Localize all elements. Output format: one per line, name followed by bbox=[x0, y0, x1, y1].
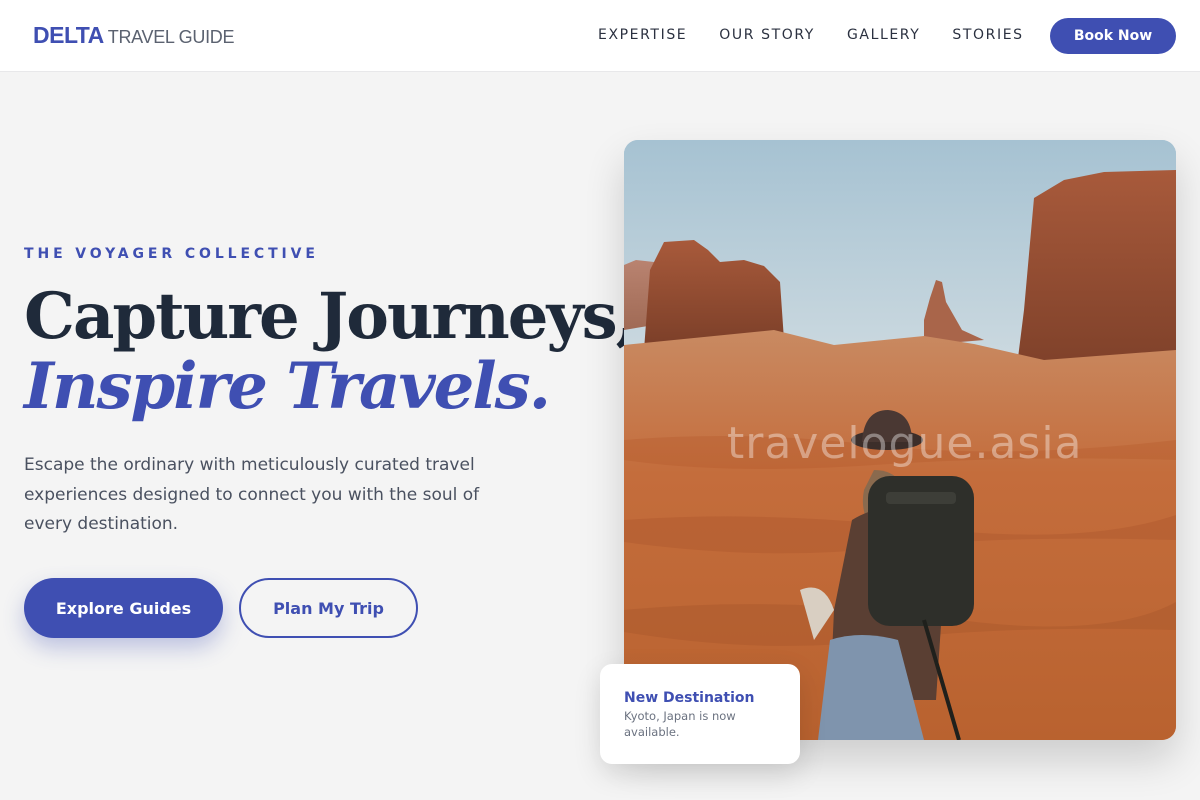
nav-link-gallery[interactable]: GALLERY bbox=[847, 27, 920, 43]
headline-line-2: Inspire Travels. bbox=[24, 349, 551, 424]
nav-link-our-story[interactable]: OUR STORY bbox=[719, 27, 815, 43]
headline-line-1: Capture Journeys, bbox=[24, 279, 638, 354]
new-destination-card[interactable]: New Destination Kyoto, Japan is now avai… bbox=[600, 664, 800, 764]
hero-photo: travelogue.asia bbox=[624, 140, 1176, 740]
hero-eyebrow: THE VOYAGER COLLECTIVE bbox=[24, 246, 319, 262]
brand-logo[interactable]: DELTA TRAVEL GUIDE bbox=[33, 22, 234, 49]
nav-link-expertise[interactable]: EXPERTISE bbox=[598, 27, 687, 43]
book-now-button[interactable]: Book Now bbox=[1050, 18, 1176, 54]
site-header: DELTA TRAVEL GUIDE EXPERTISE OUR STORY G… bbox=[0, 0, 1200, 72]
logo-mark: DELTA bbox=[33, 22, 104, 48]
nav-link-stories[interactable]: STORIES bbox=[952, 27, 1023, 43]
logo-subtitle: TRAVEL GUIDE bbox=[107, 27, 235, 47]
main-nav: EXPERTISE OUR STORY GALLERY STORIES bbox=[598, 27, 1024, 43]
plan-my-trip-button[interactable]: Plan My Trip bbox=[239, 578, 418, 638]
explore-guides-button[interactable]: Explore Guides bbox=[24, 578, 223, 638]
card-description: Kyoto, Japan is now available. bbox=[624, 709, 736, 739]
watermark-text: travelogue.asia bbox=[727, 418, 1083, 469]
hero-headline: Capture Journeys, Inspire Travels. bbox=[24, 279, 638, 424]
card-title: New Destination bbox=[624, 690, 755, 706]
hero-description: Escape the ordinary with meticulously cu… bbox=[24, 455, 480, 534]
backpack-strap bbox=[886, 492, 956, 504]
